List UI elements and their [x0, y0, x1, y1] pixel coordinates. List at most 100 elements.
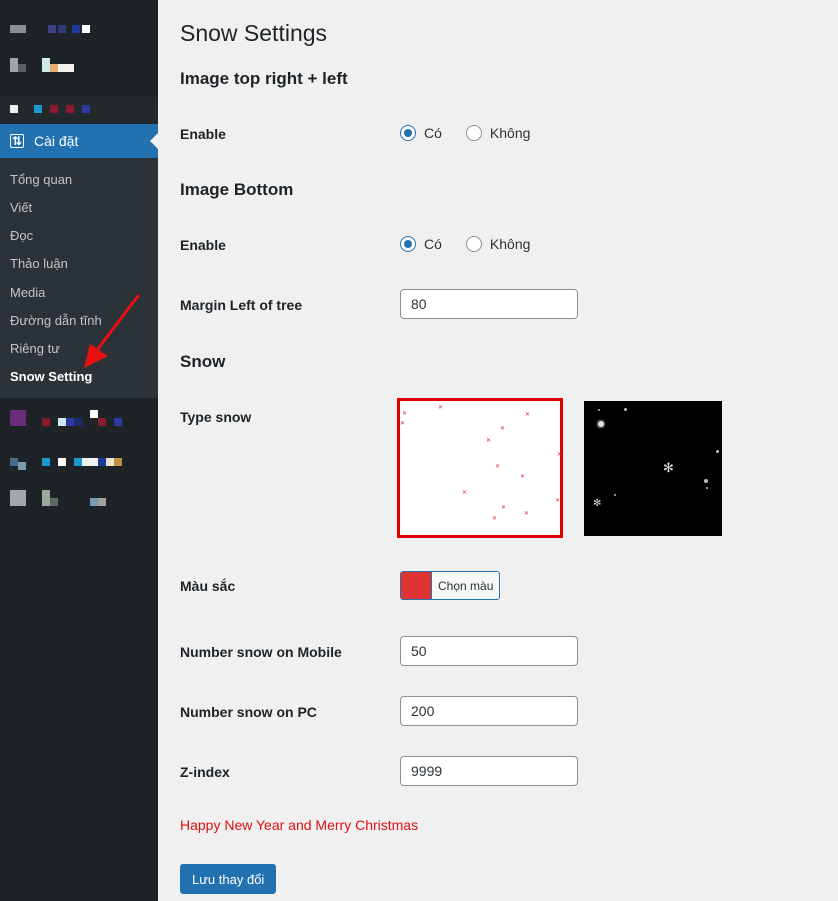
- snowflake-icon: ✕: [525, 412, 531, 418]
- pixelated-menu-item: [58, 458, 66, 466]
- snowflake-icon: ✕: [557, 452, 563, 458]
- submenu-item-privacy[interactable]: Riêng tư: [10, 341, 60, 356]
- pixelated-menu-item: [18, 64, 26, 72]
- pc-count-input[interactable]: [400, 696, 578, 726]
- snow-dot: [624, 408, 627, 411]
- snow-dot: [598, 409, 600, 411]
- snow-dot: [598, 421, 604, 427]
- pixelated-menu-item: [72, 25, 80, 33]
- snowflake-icon: ✕: [486, 438, 492, 444]
- mobile-count-label: Number snow on Mobile: [180, 644, 342, 660]
- snowflake-icon: ✕: [524, 511, 530, 517]
- radio-unselected-icon[interactable]: [465, 125, 482, 141]
- pixelated-menu-item: [10, 490, 26, 506]
- snowflake-icon: ✕: [555, 498, 561, 504]
- pixelated-menu-item: [50, 105, 58, 113]
- pixelated-menu-item: [114, 458, 122, 466]
- save-changes-button[interactable]: Lưu thay đổi: [180, 864, 277, 894]
- submenu-item-reading[interactable]: Đọc: [10, 228, 33, 243]
- pixelated-menu-item: [74, 418, 82, 426]
- pixelated-menu-item: [90, 410, 98, 418]
- snowflake-icon: ✻: [663, 460, 674, 475]
- submenu-item-media[interactable]: Media: [10, 285, 45, 300]
- pixelated-menu-item: [42, 490, 50, 506]
- pixelated-menu-item: [10, 25, 26, 33]
- snow-dot: [704, 479, 708, 483]
- snowflake-icon: ✕: [400, 421, 406, 427]
- radio-label: Có: [424, 236, 442, 252]
- pixelated-menu-item: [10, 105, 18, 113]
- submenu-item-discussion[interactable]: Thảo luận: [10, 256, 68, 271]
- enable-top-no-option[interactable]: Không: [465, 125, 531, 141]
- radio-label: Không: [489, 125, 531, 141]
- enable-top-yes-option[interactable]: Có: [400, 125, 442, 141]
- snow-dot: [716, 450, 719, 453]
- radio-selected-icon[interactable]: [400, 236, 416, 252]
- color-picker-button[interactable]: Chọn màu: [400, 571, 501, 600]
- settings-sliders-icon: ⇅: [10, 134, 24, 148]
- pixelated-menu-item: [98, 418, 106, 426]
- sidebar-item-label: Cài đặt: [34, 133, 79, 149]
- radio-selected-icon[interactable]: [400, 125, 416, 141]
- pixelated-menu-item: [10, 458, 18, 466]
- color-swatch: [401, 572, 432, 599]
- color-picker-label: Chọn màu: [438, 578, 494, 593]
- pixelated-menu-item: [48, 25, 56, 33]
- pixelated-menu-item: [42, 458, 50, 466]
- snow-type-option-red[interactable]: ✕ ✕ ✕ ✕ ✕ ✕ ✕ ✕ ✕ ✕ ✕ ✕ ✕ ✕: [397, 398, 563, 538]
- radio-unselected-icon[interactable]: [465, 236, 482, 252]
- radio-label: Không: [489, 236, 531, 252]
- pixelated-menu-item: [58, 418, 66, 426]
- enable-top-radio-group: Có Không: [400, 125, 554, 141]
- pixelated-menu-item: [82, 105, 90, 113]
- section-title-bottom: Image Bottom: [180, 180, 294, 199]
- zindex-label: Z-index: [180, 764, 230, 780]
- pixelated-menu-item: [66, 105, 74, 113]
- snowflake-icon: ✕: [462, 490, 468, 496]
- pixelated-menu-item: [34, 105, 42, 113]
- pixelated-menu-item: [82, 458, 98, 466]
- pixelated-menu-item: [114, 418, 122, 426]
- submenu-item-general[interactable]: Tổng quan: [10, 172, 72, 187]
- pixelated-menu-item: [74, 458, 82, 466]
- snowflake-icon: ✕: [402, 411, 408, 417]
- pixelated-menu-item: [10, 410, 26, 426]
- margin-left-input[interactable]: [400, 289, 578, 319]
- greeting-text: Happy New Year and Merry Christmas: [180, 817, 419, 833]
- zindex-input[interactable]: [400, 756, 578, 786]
- enable-top-label: Enable: [180, 126, 226, 142]
- snowflake-icon: ✕: [495, 464, 501, 470]
- snow-dot: [706, 487, 708, 489]
- pixelated-menu-item: [50, 64, 58, 72]
- type-snow-label: Type snow: [180, 409, 252, 425]
- section-title-top: Image top right + left: [180, 69, 348, 88]
- pixelated-menu-item: [66, 418, 74, 426]
- mobile-count-input[interactable]: [400, 636, 578, 666]
- snow-type-option-white[interactable]: ✻ ✻: [584, 401, 722, 536]
- snowflake-icon: ✻: [593, 498, 602, 509]
- color-label: Màu sắc: [180, 578, 236, 594]
- red-annotation-arrow: [84, 294, 140, 368]
- current-page-arrow: [150, 133, 158, 149]
- snowflake-icon: ✕: [500, 426, 506, 432]
- enable-bottom-yes-option[interactable]: Có: [400, 236, 442, 252]
- snowflake-icon: ✕: [438, 405, 444, 411]
- enable-bottom-label: Enable: [180, 237, 226, 253]
- pixelated-menu-item: [98, 458, 106, 466]
- snowflake-icon: ✕: [492, 516, 498, 522]
- pixelated-menu-item: [10, 58, 18, 72]
- pixelated-menu-item: [58, 64, 74, 72]
- pixelated-menu-item: [82, 25, 90, 33]
- radio-label: Có: [424, 125, 442, 141]
- pixelated-menu-item: [42, 58, 50, 72]
- admin-sidebar: ⇅ Cài đặt Tổng quan Viết Đọc Thảo luận M…: [0, 0, 158, 901]
- page-title: Snow Settings: [180, 20, 328, 46]
- sidebar-separator: [0, 97, 158, 123]
- pixelated-menu-item: [18, 462, 26, 470]
- pixelated-menu-item: [98, 498, 106, 506]
- submenu-item-writing[interactable]: Viết: [10, 200, 32, 215]
- pixelated-menu-item: [42, 418, 50, 426]
- enable-bottom-no-option[interactable]: Không: [465, 236, 531, 252]
- sidebar-item-settings[interactable]: ⇅ Cài đặt: [0, 124, 158, 158]
- snowflake-icon: ✕: [520, 474, 526, 480]
